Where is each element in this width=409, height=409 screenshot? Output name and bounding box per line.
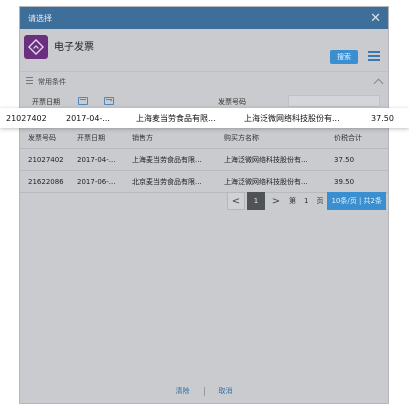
- cell-total: 39.50: [334, 177, 355, 186]
- close-icon[interactable]: ✕: [370, 12, 381, 25]
- col-date: 开票日期: [77, 133, 105, 142]
- table-header: 发票号码 开票日期 销售方 购买方名称 价税合计: [20, 127, 388, 149]
- cell-buyer: 上海泛微网络科技股份有...: [224, 177, 308, 186]
- cell-seller: 北京麦当劳食品有限...: [132, 177, 202, 186]
- calendar-end-icon[interactable]: [104, 97, 114, 105]
- list-view-icon[interactable]: [368, 51, 380, 61]
- cell-seller: 上海麦当劳食品有限...: [132, 155, 202, 164]
- dialog-header: 电子发票 搜索: [20, 29, 388, 71]
- cell-invoice-no: 21622086: [28, 177, 64, 186]
- goto-suffix: 页: [316, 197, 324, 205]
- clear-button[interactable]: 清除: [176, 386, 190, 396]
- dialog-titlebar: 请选择 ✕: [20, 7, 388, 29]
- invoice-no-label: 发票号码: [218, 98, 246, 106]
- col-buyer: 购买方名称: [224, 133, 259, 142]
- cell-total: 37.50: [334, 155, 355, 164]
- cell-invoice-no: 21027402: [28, 155, 64, 164]
- invoice-table: 发票号码 开票日期 销售方 购买方名称 价税合计 21027402 2017-0…: [20, 127, 388, 193]
- cancel-button[interactable]: 取消: [219, 386, 233, 396]
- table-row[interactable]: 21027402 2017-04-... 上海麦当劳食品有限... 上海泛微网络…: [20, 149, 388, 171]
- cell-date: 2017-04-...: [77, 155, 116, 164]
- invoice-app-icon: [24, 35, 48, 59]
- pagination: < 1 > 第 1 页 10条/页 | 共2条: [227, 191, 386, 211]
- col-total: 价税合计: [334, 133, 362, 142]
- current-page-button[interactable]: 1: [247, 192, 265, 210]
- cell-buyer: 上海泛微网络科技股份有...: [224, 155, 308, 164]
- highlighted-row[interactable]: 21027402 2017-04-... 上海麦当劳食品有限... 上海泛微网络…: [0, 108, 409, 128]
- page-size-select[interactable]: 10条/页 | 共2条: [327, 192, 386, 210]
- section-label: 常用条件: [38, 77, 66, 86]
- calendar-start-icon[interactable]: [78, 97, 88, 105]
- highlight-invoice-no: 21027402: [6, 113, 47, 123]
- table-row[interactable]: 21622086 2017-06-... 北京麦当劳食品有限... 上海泛微网络…: [20, 171, 388, 193]
- app-title: 电子发票: [54, 42, 94, 53]
- collapse-icon[interactable]: [373, 78, 384, 89]
- select-dialog: 请选择 ✕ 电子发票 搜索 常用条件 开票日期 - 发票号码 发票号码 开票日期: [19, 6, 389, 404]
- dialog-footer: 清除 取消: [20, 379, 388, 403]
- highlight-buyer: 上海泛微网络科技股份有...: [244, 113, 340, 123]
- date-label: 开票日期: [32, 98, 60, 106]
- col-seller: 销售方: [132, 133, 153, 142]
- cell-date: 2017-06-...: [77, 177, 116, 186]
- highlight-total: 37.50: [371, 113, 394, 123]
- next-page-button[interactable]: >: [267, 192, 285, 210]
- goto-prefix: 第: [289, 197, 296, 205]
- highlight-seller: 上海麦当劳食品有限...: [136, 113, 216, 123]
- common-conditions-bar[interactable]: 常用条件: [20, 71, 388, 91]
- footer-divider: [203, 386, 205, 396]
- highlight-date: 2017-04-...: [66, 113, 110, 123]
- col-invoice-no: 发票号码: [28, 133, 56, 142]
- goto-page-input[interactable]: 1: [304, 197, 308, 205]
- menu-icon: [26, 77, 33, 86]
- prev-page-button[interactable]: <: [227, 192, 245, 210]
- search-button[interactable]: 搜索: [330, 50, 358, 64]
- invoice-no-input[interactable]: [288, 95, 380, 107]
- dialog-title: 请选择: [28, 13, 52, 23]
